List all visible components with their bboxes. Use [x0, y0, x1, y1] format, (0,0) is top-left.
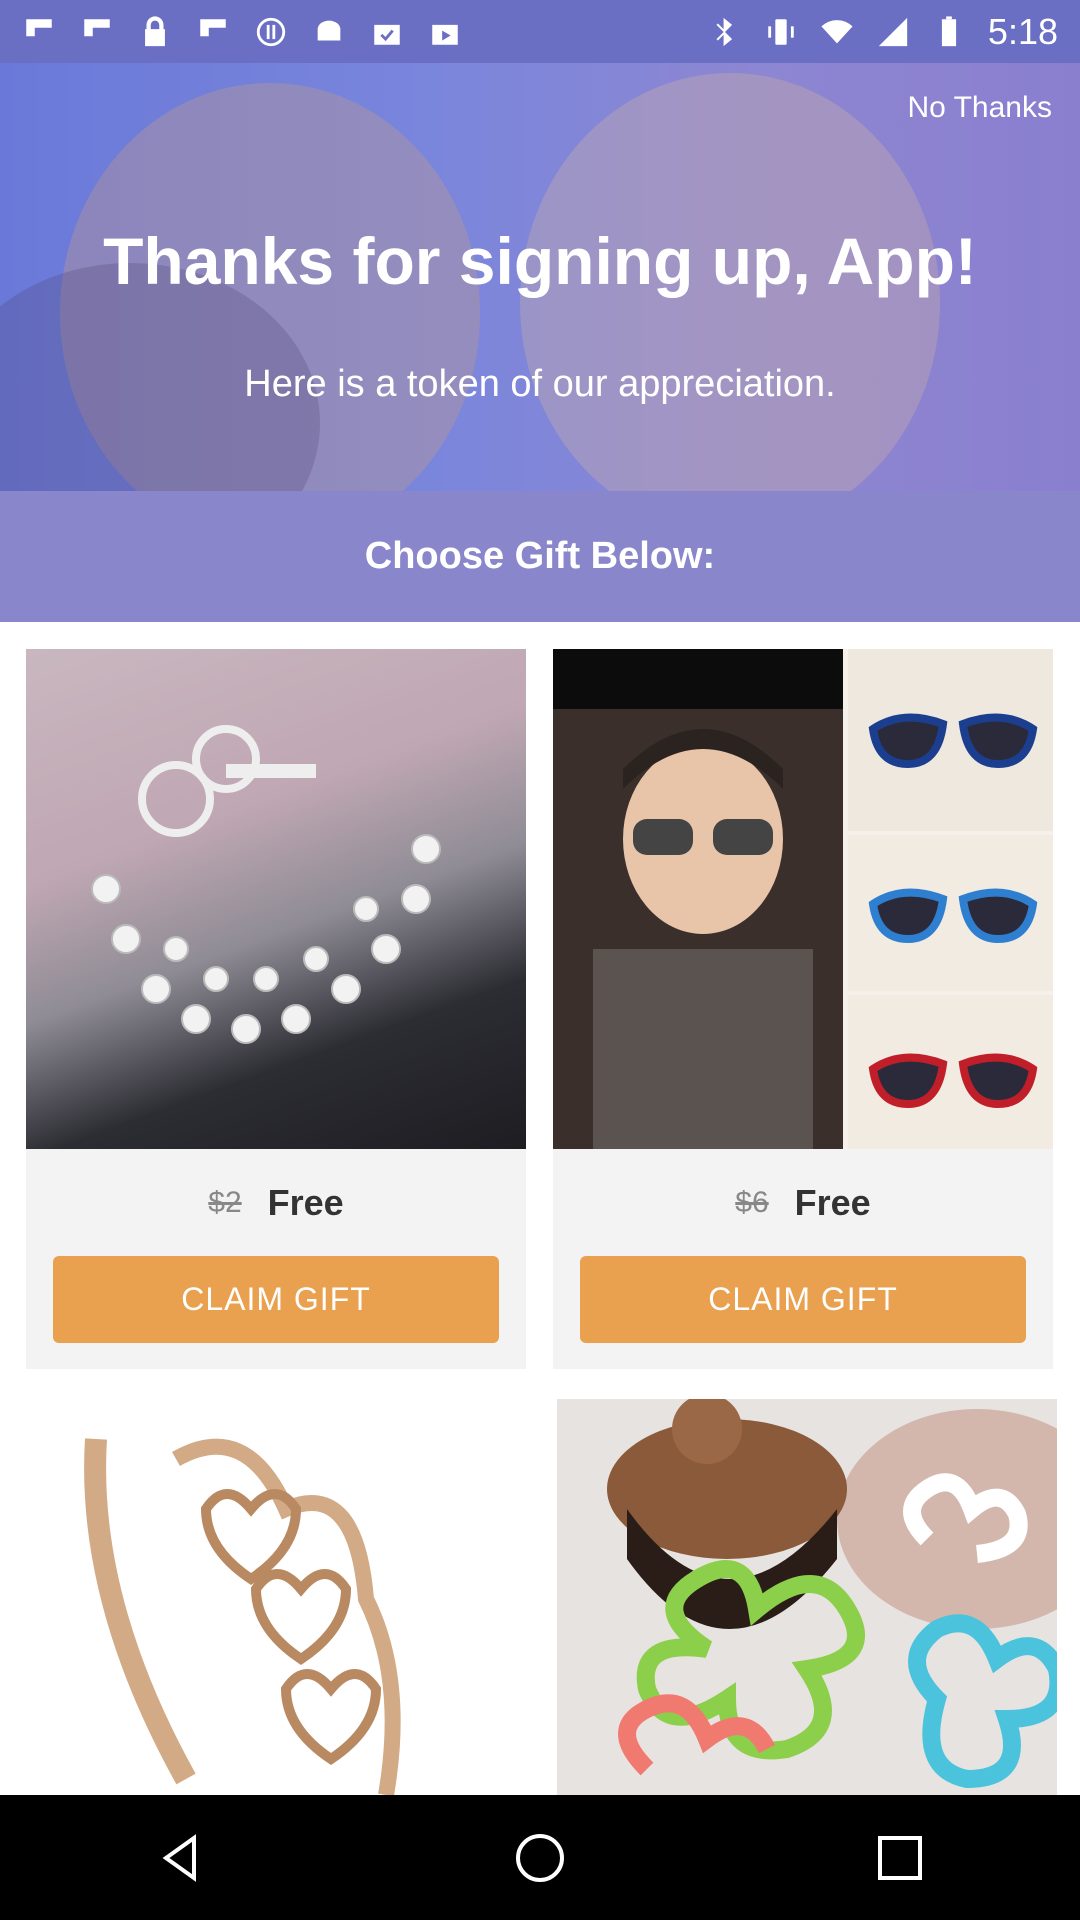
- claim-gift-button[interactable]: CLAIM GIFT: [580, 1256, 1026, 1343]
- choose-gift-label: Choose Gift Below:: [364, 535, 716, 577]
- home-icon[interactable]: [510, 1828, 570, 1888]
- gift-card: $2 Free CLAIM GIFT: [26, 649, 526, 1369]
- clock: 5:18: [987, 10, 1058, 52]
- choose-gift-header: Choose Gift Below:: [0, 491, 1080, 622]
- silver-bracelet-illustration: [91, 725, 441, 1044]
- hero-subtitle: Here is a token of our appreciation.: [244, 363, 836, 405]
- signal-icon: [876, 15, 910, 49]
- system-icons: 5:18: [708, 11, 1058, 53]
- gift-price: Free: [267, 1181, 344, 1223]
- navigation-bar: [0, 1795, 1080, 1920]
- shopping-play-icon: [428, 15, 462, 49]
- screen: 5:18 No Thanks Thanks for signing up, Ap…: [0, 0, 1080, 1920]
- heart-bangle-illustration: [84, 1438, 401, 1795]
- hero-banner: No Thanks Thanks for signing up, App! He…: [0, 63, 1080, 491]
- status-bar: 5:18: [0, 0, 1080, 63]
- gift-image-flower-trivets[interactable]: [557, 1399, 1057, 1795]
- gift-price: Free: [794, 1181, 871, 1223]
- shopping-check-icon: [370, 15, 404, 49]
- flipboard-icon: [22, 15, 56, 49]
- no-thanks-link[interactable]: No Thanks: [907, 91, 1052, 125]
- battery-icon: [932, 15, 966, 49]
- claim-gift-button[interactable]: CLAIM GIFT: [53, 1256, 499, 1343]
- gift-card: [557, 1399, 1057, 1795]
- recents-icon[interactable]: [870, 1828, 930, 1888]
- gift-image-sunglasses[interactable]: [553, 649, 1053, 1149]
- bluetooth-icon: [708, 15, 742, 49]
- gift-card: $6 Free CLAIM GIFT: [553, 649, 1053, 1369]
- flipboard-icon: [80, 15, 114, 49]
- gift-image-bracelet[interactable]: [26, 649, 526, 1149]
- flipboard-icon: [196, 15, 230, 49]
- original-price: $6: [735, 1185, 769, 1219]
- gift-image-heart-bangle[interactable]: [26, 1399, 526, 1795]
- vibrate-icon: [764, 15, 798, 49]
- android-icon: [312, 15, 346, 49]
- price-row: $6 Free: [553, 1149, 1053, 1256]
- price-row: $2 Free: [26, 1149, 526, 1256]
- back-icon[interactable]: [150, 1828, 210, 1888]
- wifi-icon: [820, 15, 854, 49]
- notification-icons: [22, 15, 462, 49]
- hero-title: Thanks for signing up, App!: [103, 224, 977, 298]
- circle-icon: [254, 15, 288, 49]
- original-price: $2: [208, 1185, 242, 1219]
- sunglasses-illustration: [553, 649, 1053, 1149]
- gift-card: [26, 1399, 526, 1795]
- trivets-illustration: [607, 1399, 1057, 1789]
- lock-icon: [138, 15, 172, 49]
